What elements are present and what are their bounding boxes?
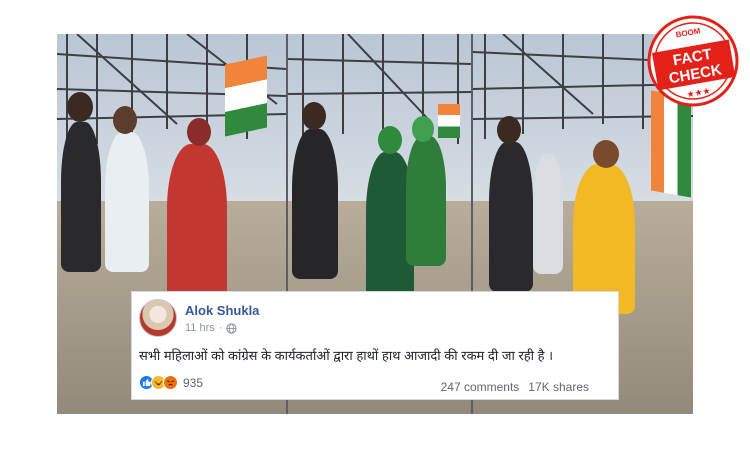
person [61,122,101,272]
post-time[interactable]: 11 hrs [185,322,215,334]
fact-check-stamp: BOOM FACT CHECK ★★★ [647,15,739,107]
post-author[interactable]: Alok Shukla [185,303,259,318]
person [292,129,338,279]
person [406,136,446,266]
reaction-count: 935 [183,375,204,390]
post-text: सभी महिलाओं को कांग्रेस के कार्यकर्ताओं … [139,348,554,363]
avatar[interactable] [139,299,177,337]
comments-count[interactable]: 247 comments [441,380,520,394]
person [167,144,227,304]
person [489,142,533,292]
party-flag [438,104,460,138]
person [105,132,149,272]
facebook-post-card: Alok Shukla 11 hrs · सभी महिलाओं को कांग… [131,291,619,400]
angry-icon [163,375,178,390]
post-stats: 247 comments 17K shares [441,380,589,394]
person [533,154,563,274]
shares-count[interactable]: 17K shares [528,380,589,394]
reactions-summary[interactable]: 935 [139,375,203,390]
post-meta: 11 hrs · [185,322,238,334]
party-flag [225,55,267,137]
globe-icon [226,322,238,334]
